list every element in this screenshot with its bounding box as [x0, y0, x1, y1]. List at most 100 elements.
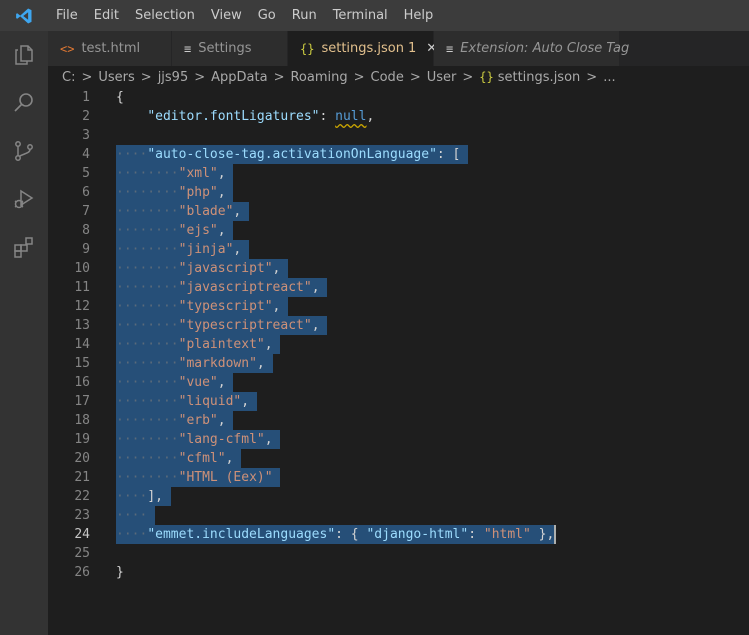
search-button[interactable]: [0, 79, 48, 127]
breadcrumb-item[interactable]: User: [427, 70, 457, 85]
json-file-icon: {}: [479, 70, 494, 84]
line-number: 25: [74, 546, 90, 561]
line-content: ········"blade",: [116, 202, 241, 221]
line-number: 26: [74, 565, 90, 580]
line-content: "editor.fontLigatures": null,: [116, 107, 374, 126]
menu-edit[interactable]: Edit: [86, 0, 127, 31]
breadcrumb: C: > Users > jjs95 > AppData > Roaming > Code…: [48, 66, 749, 88]
line-number: 15: [74, 356, 90, 371]
whitespace-marker: ········: [116, 470, 179, 485]
json-key: "emmet.includeLanguages": [147, 527, 336, 542]
line-number: 21: [74, 470, 90, 485]
menu-file[interactable]: File: [48, 0, 86, 31]
code-token: }: [116, 565, 124, 580]
line-content: ········"markdown",: [116, 354, 265, 373]
text-cursor: [554, 525, 557, 544]
menu-selection[interactable]: Selection: [127, 0, 203, 31]
json-string: "cfml": [178, 451, 226, 466]
code-token: ,: [311, 318, 320, 333]
breadcrumb-item[interactable]: Code: [371, 70, 404, 85]
code-token: ,: [272, 299, 281, 314]
line-content: ········"erb",: [116, 411, 226, 430]
code-token: ,: [256, 356, 265, 371]
html-file-icon: <>: [60, 41, 75, 56]
whitespace-marker: ····: [116, 489, 148, 504]
code-line: 4 ····"auto-close-tag.activationOnLanguag…: [48, 145, 749, 164]
tab-test-html[interactable]: <> test.html: [48, 31, 172, 66]
menu-bar: File Edit Selection View Go Run Terminal…: [48, 0, 441, 31]
activity-bar: [0, 31, 48, 635]
chevron-right-icon: >: [273, 69, 285, 85]
code-line: 6 ········"php",: [48, 183, 749, 202]
code-token: ,: [264, 337, 273, 352]
extension-list-icon: ≡: [446, 41, 454, 56]
vscode-logo-icon[interactable]: [0, 0, 48, 31]
tab-extension-auto-close-tag[interactable]: ≡ Extension: Auto Close Tag: [434, 31, 629, 66]
whitespace-marker: ········: [116, 413, 179, 428]
json-string: "html": [483, 527, 531, 542]
explorer-button[interactable]: [0, 31, 48, 79]
breadcrumb-item[interactable]: jjs95: [158, 70, 189, 85]
json-string: "plaintext": [178, 337, 265, 352]
code-line: 25: [48, 544, 749, 563]
menu-go[interactable]: Go: [250, 0, 284, 31]
whitespace-marker: ········: [116, 204, 179, 219]
search-icon: [14, 93, 33, 112]
whitespace-marker: ········: [116, 280, 179, 295]
code-line: 21 ········"HTML (Eex)": [48, 468, 749, 487]
breadcrumb-item[interactable]: Users: [98, 70, 134, 85]
code-line: 9 ········"jinja",: [48, 240, 749, 259]
menu-terminal[interactable]: Terminal: [325, 0, 396, 31]
chevron-right-icon: >: [353, 69, 365, 85]
code-token: ,: [241, 394, 250, 409]
extensions-button[interactable]: [0, 223, 48, 271]
breadcrumb-item[interactable]: ...: [603, 70, 615, 85]
code-line: 16 ········"vue",: [48, 373, 749, 392]
code-editor[interactable]: 1{2 "editor.fontLigatures": null, 3 4 ····"…: [48, 88, 749, 635]
code-line: 10 ········"javascript",: [48, 259, 749, 278]
json-string: "xml": [178, 166, 218, 181]
whitespace-marker: ········: [116, 242, 179, 257]
line-content: ········"cfml",: [116, 449, 233, 468]
chevron-right-icon: >: [81, 69, 93, 85]
code-token: :: [468, 527, 484, 542]
whitespace-marker: ····: [116, 147, 148, 162]
source-control-button[interactable]: [0, 127, 48, 175]
code-token: ,: [233, 242, 242, 257]
tab-label: settings.json: [321, 41, 405, 56]
line-number: 2: [82, 109, 90, 124]
run-debug-button[interactable]: [0, 175, 48, 223]
tab-label: test.html: [81, 41, 141, 56]
json-key: "editor.fontLigatures": [147, 109, 320, 124]
whitespace-marker: ········: [116, 451, 179, 466]
whitespace-marker: ····: [116, 527, 148, 542]
code-line: 2 "editor.fontLigatures": null,: [48, 107, 749, 126]
tab-settings-json[interactable]: {} settings.json 1 ✕: [288, 31, 437, 66]
line-content: {: [116, 88, 124, 107]
line-content: ········"xml",: [116, 164, 226, 183]
line-content: ········"ejs",: [116, 221, 226, 240]
code-line: 20 ········"cfml",: [48, 449, 749, 468]
code-token: ,: [366, 109, 375, 124]
breadcrumb-item[interactable]: Roaming: [290, 70, 347, 85]
breadcrumb-item[interactable]: settings.json: [498, 70, 581, 85]
breadcrumb-item[interactable]: AppData: [211, 70, 267, 85]
breadcrumb-item[interactable]: C:: [62, 70, 75, 85]
tab-settings[interactable]: ≡ Settings: [172, 31, 288, 66]
menu-help[interactable]: Help: [396, 0, 442, 31]
line-number: 5: [82, 166, 90, 181]
line-number: 12: [74, 299, 90, 314]
menu-run[interactable]: Run: [284, 0, 325, 31]
json-string: "jinja": [178, 242, 234, 257]
chevron-right-icon: >: [194, 69, 206, 85]
json-string: "markdown": [178, 356, 257, 371]
whitespace-marker: ········: [116, 375, 179, 390]
line-number: 8: [82, 223, 90, 238]
json-string: "vue": [178, 375, 218, 390]
whitespace-marker: ········: [116, 337, 179, 352]
code-line: 22 ····],: [48, 487, 749, 506]
line-content: ····"emmet.includeLanguages": { "django-…: [116, 525, 554, 544]
menu-view[interactable]: View: [203, 0, 250, 31]
tab-label: Settings: [198, 41, 252, 56]
code-token: ,: [217, 223, 226, 238]
